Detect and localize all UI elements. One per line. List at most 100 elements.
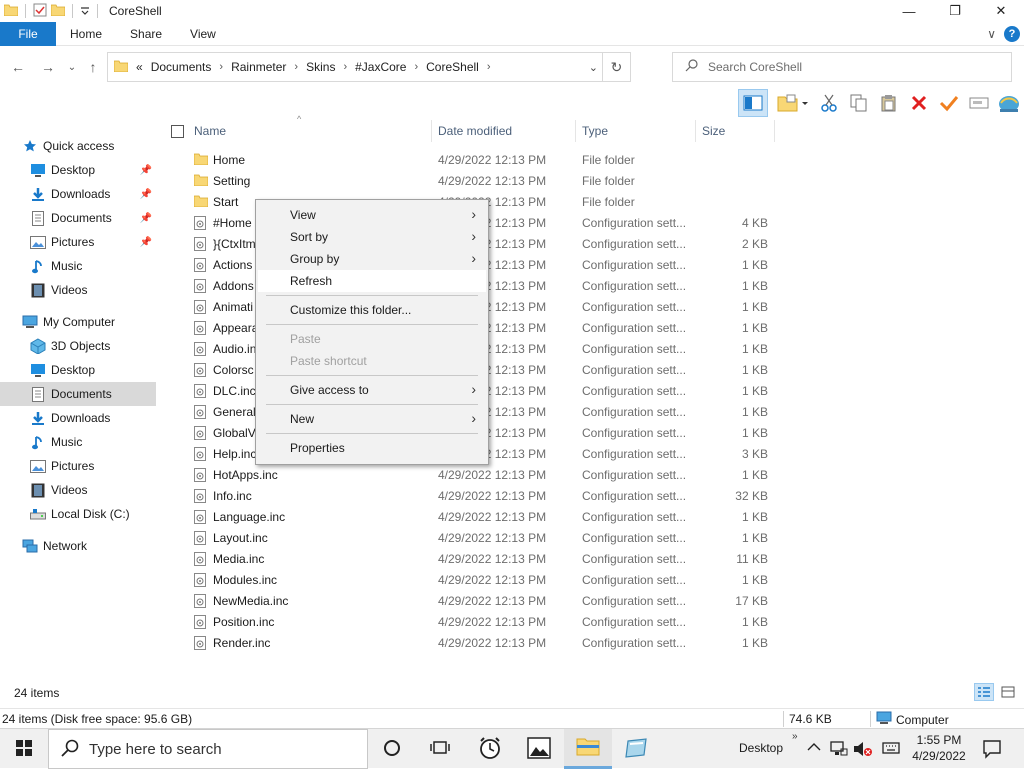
- properties-icon[interactable]: [33, 3, 47, 20]
- help-icon[interactable]: ?: [1004, 26, 1020, 42]
- nav-my-computer[interactable]: My Computer: [22, 310, 178, 334]
- network-status-icon[interactable]: [830, 741, 848, 760]
- chevron-double-right-icon[interactable]: »: [792, 731, 798, 742]
- breadcrumb-separator[interactable]: ›: [487, 61, 491, 73]
- column-header-type[interactable]: Type: [582, 118, 608, 144]
- taskbar-app[interactable]: [613, 729, 661, 769]
- address-dropdown-icon[interactable]: ⌄: [589, 61, 598, 74]
- delete-icon[interactable]: [908, 92, 930, 114]
- nav-3d-objects[interactable]: 3D Objects: [30, 334, 156, 358]
- preview-pane-icon[interactable]: [738, 89, 768, 117]
- file-row[interactable]: Layout.inc 4/29/2022 12:13 PM Configuratio…: [160, 528, 780, 549]
- task-view-button[interactable]: [416, 729, 464, 769]
- nav-qa-pictures[interactable]: Pictures 📌: [30, 230, 156, 254]
- details-view-icon[interactable]: [974, 683, 994, 701]
- nav-local-disk[interactable]: Local Disk (C:): [30, 502, 156, 526]
- file-row[interactable]: Media.inc 4/29/2022 12:13 PM Configuration…: [160, 549, 780, 570]
- desktop-toolbar-label[interactable]: Desktop: [739, 741, 783, 755]
- file-row[interactable]: NewMedia.inc 4/29/2022 12:13 PM Configurat…: [160, 591, 780, 612]
- tab-share[interactable]: Share: [116, 22, 176, 46]
- column-header-size[interactable]: Size: [702, 118, 725, 144]
- breadcrumb-documents[interactable]: Documents: [151, 60, 212, 74]
- taskbar-search-input[interactable]: Type here to search: [89, 741, 222, 758]
- nav-qa-desktop[interactable]: Desktop 📌: [30, 158, 156, 182]
- file-row[interactable]: Info.inc 4/29/2022 12:13 PM Configuration …: [160, 486, 780, 507]
- folder-row[interactable]: Home 4/29/2022 12:13 PM File folder: [160, 150, 780, 171]
- breadcrumb-overflow[interactable]: «: [136, 60, 143, 74]
- large-icons-view-icon[interactable]: [998, 683, 1018, 701]
- select-all-checkbox[interactable]: [171, 125, 184, 138]
- menu-item-give-access[interactable]: Give access to ›: [258, 379, 486, 401]
- search-box[interactable]: Search CoreShell: [672, 52, 1012, 82]
- tab-file[interactable]: File: [0, 21, 56, 46]
- search-input[interactable]: Search CoreShell: [708, 60, 802, 74]
- breadcrumb-rainmeter[interactable]: Rainmeter: [231, 60, 286, 74]
- refresh-button[interactable]: ↻: [602, 53, 630, 81]
- column-header-date[interactable]: Date modified: [438, 118, 512, 144]
- file-row[interactable]: Language.inc 4/29/2022 12:13 PM Configurat…: [160, 507, 780, 528]
- start-button[interactable]: [0, 729, 48, 769]
- cortana-button[interactable]: [368, 729, 416, 769]
- menu-item-new[interactable]: New ›: [258, 408, 486, 430]
- expand-ribbon-icon[interactable]: ∨: [987, 27, 996, 41]
- menu-item-paste[interactable]: Paste: [258, 328, 486, 350]
- menu-item-paste-shortcut[interactable]: Paste shortcut: [258, 350, 486, 372]
- breadcrumb-skins[interactable]: Skins: [306, 60, 335, 74]
- rename-icon[interactable]: [968, 92, 990, 114]
- nav-qa-downloads[interactable]: Downloads 📌: [30, 182, 156, 206]
- menu-item-customize-folder[interactable]: Customize this folder...: [258, 299, 486, 321]
- file-row[interactable]: Position.inc 4/29/2022 12:13 PM Configurat…: [160, 612, 780, 633]
- cut-icon[interactable]: [818, 92, 840, 114]
- menu-item-group-by[interactable]: Group by ›: [258, 248, 486, 270]
- breadcrumb-separator[interactable]: ›: [219, 61, 223, 73]
- nav-network[interactable]: Network: [22, 534, 178, 558]
- nav-music[interactable]: Music: [30, 430, 156, 454]
- keyboard-icon[interactable]: [882, 741, 900, 758]
- nav-videos[interactable]: Videos: [30, 478, 156, 502]
- copy-icon[interactable]: [848, 92, 870, 114]
- notifications-icon[interactable]: [982, 739, 1002, 762]
- up-button[interactable]: ↑: [83, 58, 103, 76]
- nav-qa-videos[interactable]: Videos: [30, 278, 156, 302]
- recent-locations-button[interactable]: ⌄: [62, 58, 82, 76]
- new-folder-icon[interactable]: [50, 4, 66, 19]
- customize-toolbar-icon[interactable]: [80, 4, 90, 18]
- maximize-button[interactable]: ❐: [932, 0, 978, 22]
- nav-qa-documents[interactable]: Documents 📌: [30, 206, 156, 230]
- nav-qa-music[interactable]: Music: [30, 254, 156, 278]
- breadcrumb-separator[interactable]: ›: [414, 61, 418, 73]
- file-row[interactable]: Modules.inc 4/29/2022 12:13 PM Configurati…: [160, 570, 780, 591]
- breadcrumb-separator[interactable]: ›: [294, 61, 298, 73]
- volume-muted-icon[interactable]: [853, 741, 873, 760]
- taskbar-alarm-clock-app[interactable]: [466, 729, 514, 769]
- taskbar-search[interactable]: Type here to search: [48, 729, 368, 769]
- show-hidden-icons-icon[interactable]: [807, 741, 821, 755]
- nav-pictures[interactable]: Pictures: [30, 454, 156, 478]
- folder-row[interactable]: Setting 4/29/2022 12:13 PM File folder: [160, 171, 780, 192]
- checkmark-icon[interactable]: [938, 92, 960, 114]
- nav-desktop[interactable]: Desktop: [30, 358, 156, 382]
- tab-view[interactable]: View: [176, 22, 230, 46]
- breadcrumb-separator[interactable]: ›: [343, 61, 347, 73]
- file-row[interactable]: Render.inc 4/29/2022 12:13 PM Configuratio…: [160, 633, 780, 654]
- menu-item-refresh[interactable]: Refresh: [258, 270, 486, 292]
- back-button[interactable]: ←: [8, 58, 28, 76]
- menu-item-sort-by[interactable]: Sort by ›: [258, 226, 486, 248]
- taskbar-clock[interactable]: 1:55 PM 4/29/2022: [906, 732, 972, 764]
- close-button[interactable]: ✕: [978, 0, 1024, 22]
- address-bar[interactable]: « Documents › Rainmeter › Skins › #JaxCo…: [107, 52, 631, 82]
- taskbar-file-explorer-app[interactable]: [564, 729, 612, 769]
- nav-downloads[interactable]: Downloads: [30, 406, 156, 430]
- menu-item-properties[interactable]: Properties: [258, 437, 486, 459]
- paste-icon[interactable]: [878, 92, 900, 114]
- shell-globe-icon[interactable]: [998, 92, 1020, 114]
- column-header-name[interactable]: Name: [194, 118, 226, 144]
- nav-documents[interactable]: Documents: [0, 382, 156, 406]
- breadcrumb-jaxcore[interactable]: #JaxCore: [355, 60, 406, 74]
- minimize-button[interactable]: —: [886, 0, 932, 22]
- tab-home[interactable]: Home: [56, 22, 116, 46]
- taskbar-photos-app[interactable]: [515, 729, 563, 769]
- nav-quick-access[interactable]: Quick access: [22, 134, 178, 158]
- menu-item-view[interactable]: View ›: [258, 204, 486, 226]
- breadcrumb-coreshell[interactable]: CoreShell: [426, 60, 479, 74]
